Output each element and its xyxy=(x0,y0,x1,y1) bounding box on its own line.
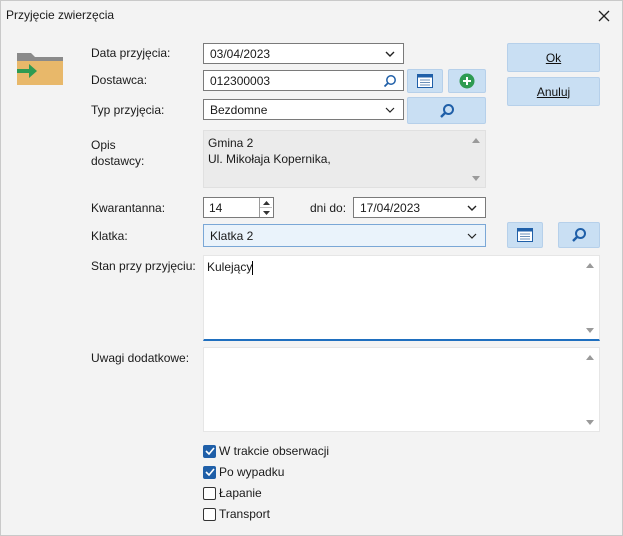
search-icon xyxy=(439,103,454,118)
checkbox-label: Łapanie xyxy=(219,486,262,500)
klatka-field[interactable]: Klatka 2 xyxy=(203,224,486,247)
chevron-down-icon[interactable] xyxy=(383,47,397,61)
search-icon[interactable] xyxy=(383,74,397,88)
checkbox-checked-icon[interactable] xyxy=(203,444,216,458)
dostawca-list-button[interactable] xyxy=(407,69,443,93)
calendar-list-icon xyxy=(517,228,533,242)
checkbox-label: Po wypadku xyxy=(219,465,285,479)
search-icon xyxy=(572,228,586,242)
opis-dostawcy-box: Gmina 2 Ul. Mikołaja Kopernika, xyxy=(203,130,486,188)
scroll-down-icon[interactable] xyxy=(471,173,481,183)
stan-label: Stan przy przyjęciu: xyxy=(91,259,196,273)
calendar-list-icon xyxy=(417,74,433,88)
typ-search-button[interactable] xyxy=(407,97,486,124)
stan-value: Kulejący xyxy=(207,260,253,274)
kwarantanna-stepper[interactable]: 14 xyxy=(203,197,274,218)
add-dostawca-button[interactable] xyxy=(448,69,486,93)
scroll-up-icon[interactable] xyxy=(585,352,595,362)
data-przyjecia-value: 03/04/2023 xyxy=(210,46,271,61)
opis-line2: Ul. Mikołaja Kopernika, xyxy=(208,152,331,166)
checkbox-unchecked-icon[interactable] xyxy=(203,486,216,500)
klatka-label: Klatka: xyxy=(91,229,128,243)
checkbox-unchecked-icon[interactable] xyxy=(203,507,216,521)
stan-textarea[interactable]: Kulejący xyxy=(203,255,600,341)
dni-do-value: 17/04/2023 xyxy=(360,200,421,215)
opis-line1: Gmina 2 xyxy=(208,136,254,150)
anuluj-button-label: Anuluj xyxy=(536,84,571,99)
window-title: Przyjęcie zwierzęcia xyxy=(6,8,115,22)
close-icon xyxy=(598,10,610,22)
klatka-list-button[interactable] xyxy=(507,222,543,248)
add-circle-icon xyxy=(459,73,475,89)
typ-przyjecia-label: Typ przyjęcia: xyxy=(91,103,165,117)
checkbox-po-wypadku[interactable]: Po wypadku xyxy=(203,465,284,479)
dni-do-field[interactable]: 17/04/2023 xyxy=(353,197,486,218)
dostawca-label: Dostawca: xyxy=(91,73,148,87)
uwagi-textarea[interactable] xyxy=(203,347,600,432)
dostawca-field[interactable]: 012300003 xyxy=(203,70,404,91)
data-przyjecia-field[interactable]: 03/04/2023 xyxy=(203,43,404,64)
data-przyjecia-label: Data przyjęcia: xyxy=(91,46,171,60)
chevron-down-icon[interactable] xyxy=(465,201,479,215)
folder-arrow-icon xyxy=(17,53,63,85)
anuluj-button[interactable]: Anuluj xyxy=(507,77,600,106)
stepper-down-icon[interactable] xyxy=(260,208,272,217)
kwarantanna-value: 14 xyxy=(209,200,223,215)
stepper-up-icon[interactable] xyxy=(260,198,272,208)
ok-button[interactable]: Ok xyxy=(507,43,600,72)
title-bar: Przyjęcie zwierzęcia xyxy=(1,1,622,31)
scroll-down-icon[interactable] xyxy=(585,417,595,427)
checkbox-w-trakcie-obserwacji[interactable]: W trakcie obserwacji xyxy=(203,444,329,458)
opis-label-line1: Opis xyxy=(91,138,116,152)
ok-button-label: Ok xyxy=(545,50,562,65)
chevron-down-icon[interactable] xyxy=(383,103,397,117)
checkbox-label: W trakcie obserwacji xyxy=(219,444,330,458)
opis-dostawcy-label: Opis dostawcy: xyxy=(91,137,144,169)
chevron-down-icon[interactable] xyxy=(465,229,479,243)
dni-do-label: dni do: xyxy=(310,201,347,215)
scroll-up-icon[interactable] xyxy=(585,260,595,270)
checkbox-transport[interactable]: Transport xyxy=(203,507,270,521)
klatka-search-button[interactable] xyxy=(558,222,600,248)
text-caret xyxy=(252,260,254,275)
typ-przyjecia-field[interactable]: Bezdomne xyxy=(203,99,404,120)
dialog-window: Przyjęcie zwierzęcia Data przyjęcia: 03/… xyxy=(0,0,623,536)
klatka-value: Klatka 2 xyxy=(210,228,254,243)
dostawca-value: 012300003 xyxy=(210,73,271,88)
close-button[interactable] xyxy=(592,5,616,27)
kwarantanna-label: Kwarantanna: xyxy=(91,201,166,215)
opis-label-line2: dostawcy: xyxy=(91,154,145,168)
typ-przyjecia-value: Bezdomne xyxy=(210,102,268,117)
scroll-up-icon[interactable] xyxy=(471,135,481,145)
checkbox-lapanie[interactable]: Łapanie xyxy=(203,486,262,500)
checkbox-checked-icon[interactable] xyxy=(203,465,216,479)
scroll-down-icon[interactable] xyxy=(585,325,595,335)
checkbox-label: Transport xyxy=(219,507,270,521)
uwagi-label: Uwagi dodatkowe: xyxy=(91,351,190,365)
stepper-arrows[interactable] xyxy=(259,198,272,217)
